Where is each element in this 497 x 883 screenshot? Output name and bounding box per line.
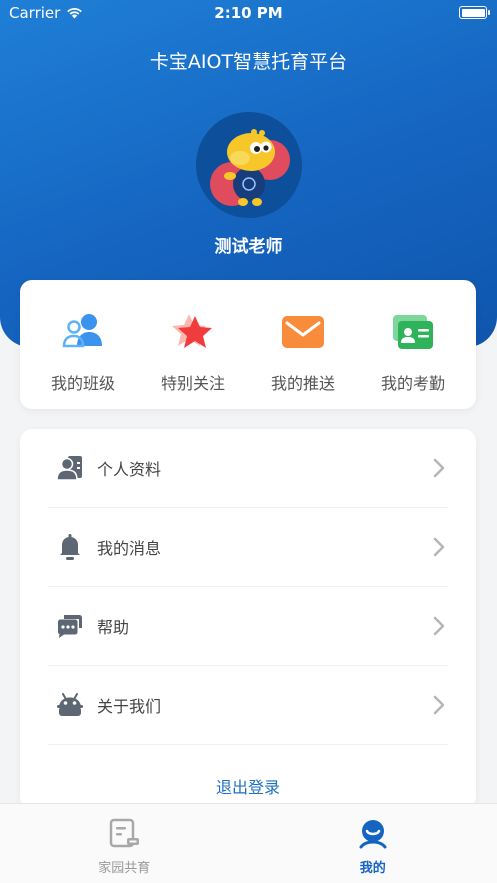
chevron-right-icon — [433, 616, 445, 636]
menu-item-label: 关于我们 — [97, 697, 162, 716]
avatar[interactable] — [196, 112, 302, 218]
quick-action-my-class[interactable]: 我的班级 — [33, 308, 133, 394]
battery-icon — [459, 6, 490, 19]
quick-actions-card: 我的班级 特别关注 我的推送 我的考勤 — [20, 280, 476, 409]
tab-label: 我的 — [359, 861, 386, 876]
menu-item-label: 个人资料 — [97, 460, 162, 479]
status-bar: Carrier 2:10 PM — [0, 0, 497, 26]
menu-item-messages[interactable]: 我的消息 — [48, 508, 448, 587]
username: 测试老师 — [214, 237, 283, 257]
quick-action-label: 我的推送 — [270, 374, 335, 393]
tab-label: 家园共育 — [98, 861, 151, 876]
menu-item-label: 帮助 — [97, 618, 130, 637]
chevron-right-icon — [433, 537, 445, 557]
smiley-user-icon — [359, 820, 387, 849]
quick-action-my-attendance[interactable]: 我的考勤 — [363, 308, 463, 394]
people-icon — [62, 314, 102, 348]
logout-button[interactable]: 退出登录 — [20, 774, 476, 798]
envelope-icon — [282, 316, 324, 348]
chevron-right-icon — [433, 695, 445, 715]
profile-card-icon — [56, 456, 82, 481]
quick-action-special-follow[interactable]: 特别关注 — [143, 308, 243, 394]
mascot-icon — [196, 112, 302, 218]
menu-item-profile[interactable]: 个人资料 — [48, 429, 448, 508]
quick-action-label: 特别关注 — [160, 374, 225, 393]
quick-action-my-push[interactable]: 我的推送 — [253, 308, 353, 394]
document-icon — [110, 818, 140, 848]
settings-menu-card: 个人资料 我的消息 帮助 关于我们 退出登录 — [20, 429, 476, 809]
id-card-icon — [393, 315, 433, 349]
menu-item-label: 我的消息 — [97, 539, 162, 558]
tab-bar: 家园共育 我的 — [0, 803, 497, 883]
tab-mine[interactable]: 我的 — [249, 804, 497, 883]
app-title: 卡宝AIOT智慧托育平台 — [149, 51, 348, 73]
menu-item-help[interactable]: 帮助 — [48, 587, 448, 666]
menu-item-about[interactable]: 关于我们 — [48, 666, 448, 745]
chat-bubble-icon — [58, 615, 82, 638]
robot-icon — [57, 693, 83, 716]
tab-home-school[interactable]: 家园共育 — [0, 804, 249, 883]
quick-action-label: 我的班级 — [50, 374, 115, 393]
chevron-right-icon — [433, 458, 445, 478]
star-icon — [172, 314, 212, 348]
clock: 2:10 PM — [214, 4, 283, 22]
quick-action-label: 我的考勤 — [380, 374, 445, 393]
bell-icon — [60, 534, 80, 560]
